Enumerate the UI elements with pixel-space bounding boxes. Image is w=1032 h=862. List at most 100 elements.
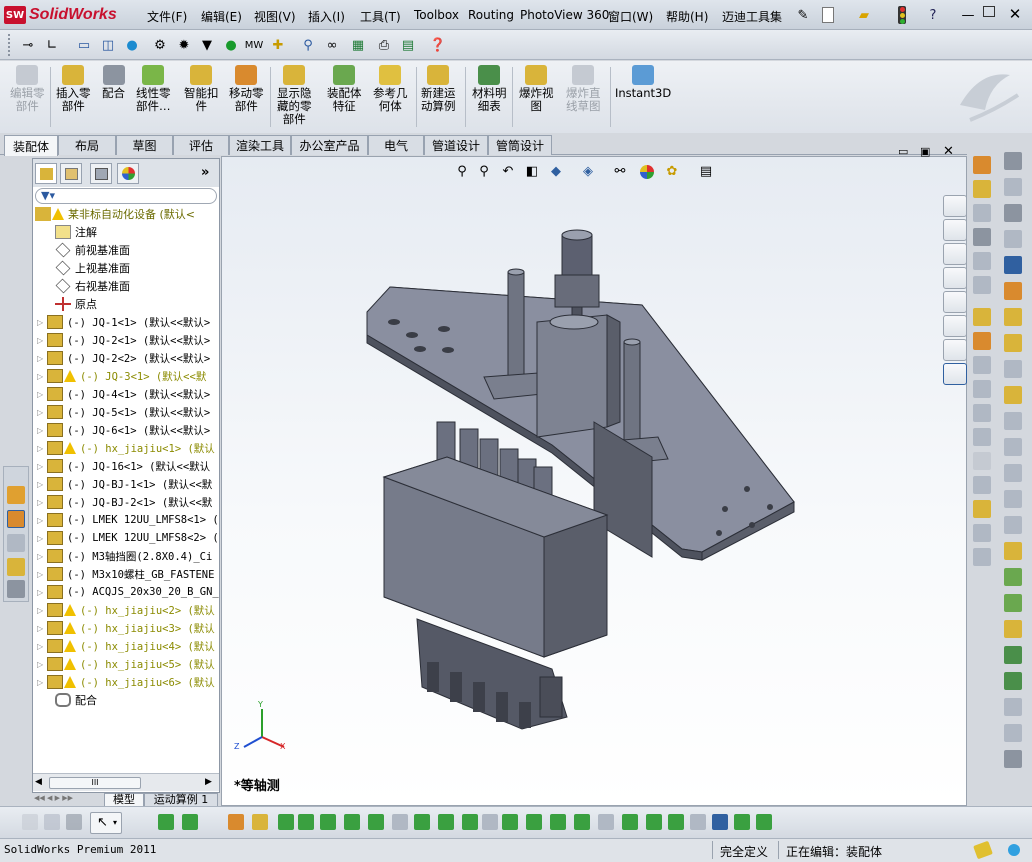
open-folder-icon[interactable]: ▰ — [856, 7, 872, 23]
tree-item-part[interactable]: ▷ (-) JQ-BJ-2<1> (默认<<默 — [33, 493, 219, 511]
design-library-icon[interactable] — [943, 219, 967, 241]
tree-expand-icon[interactable]: ▷ — [37, 570, 45, 579]
tree-item-part[interactable]: ▷ (-) JQ-2<1> (默认<<默认> — [33, 331, 219, 349]
mate-icon[interactable] — [1004, 568, 1022, 586]
mw-icon[interactable]: MW — [245, 37, 264, 53]
rectangle-icon[interactable] — [973, 204, 991, 222]
tab-office-products[interactable]: 办公室产品 — [291, 135, 368, 155]
horizontal-scrollbar[interactable]: ◀ III ▶ — [33, 773, 219, 791]
menu-toolbox[interactable]: Toolbox — [414, 8, 459, 22]
tree-item-part[interactable]: ▷ (-) LMEK 12UU_LMFS8<1> ( — [33, 511, 219, 529]
tree-root-assembly[interactable]: 某非标自动化设备 (默认< — [33, 205, 219, 223]
select-axes-icon[interactable] — [298, 814, 314, 830]
tree-expand-icon[interactable]: ▷ — [37, 354, 45, 363]
cmd-instant3d[interactable]: Instant3D — [615, 65, 671, 100]
tree-item-part[interactable]: ▷ (-) hx_jiajiu<1> (默认 — [33, 439, 219, 457]
tree-item-mates[interactable]: 配合 — [33, 691, 219, 709]
graphics-viewport[interactable]: ▭ ▣ ✕ ⚲ ⚲ ↶ ◧ ◆ ◈ ⚯ ✿ ▤ Y X Z *等轴测 — [221, 144, 967, 806]
smart-dimension-icon[interactable] — [973, 156, 991, 174]
shell-icon[interactable] — [1004, 230, 1022, 248]
print-icon[interactable]: ⎙ — [376, 37, 392, 53]
monitor-icon[interactable]: ▭ — [76, 37, 92, 53]
linear-pattern-icon[interactable] — [973, 428, 991, 446]
gears-icon[interactable]: ✹ — [176, 37, 192, 53]
toolbar-grip[interactable] — [8, 34, 12, 56]
select-sketch-icon[interactable] — [344, 814, 360, 830]
tree-item-part[interactable]: ▷ (-) JQ-5<1> (默认<<默认> — [33, 403, 219, 421]
tab-electrical[interactable]: 电气 — [368, 135, 424, 155]
select-weld-icon[interactable] — [502, 814, 518, 830]
appearances-icon[interactable] — [943, 291, 967, 313]
binoculars-icon[interactable]: ∞ — [324, 37, 340, 53]
cmd-reference-geometry[interactable]: 参考几 何体 — [373, 65, 408, 113]
tree-expand-icon[interactable]: ▷ — [37, 426, 45, 435]
select-gtol-icon[interactable] — [462, 814, 478, 830]
select-center-icon[interactable] — [622, 814, 638, 830]
line-icon[interactable] — [973, 180, 991, 198]
extrude-icon[interactable] — [1004, 360, 1022, 378]
select-datum-icon[interactable] — [482, 814, 498, 830]
cmd-show-hidden-components[interactable]: 显示隐 藏的零 部件 — [277, 65, 312, 126]
tree-expand-icon[interactable]: ▷ — [37, 516, 45, 525]
magnifier-icon[interactable]: ⚲ — [300, 37, 316, 53]
expand-chevron-icon[interactable]: » — [201, 165, 209, 180]
menu-photoview[interactable]: PhotoView 360 — [520, 8, 609, 22]
select-notes-icon[interactable] — [414, 814, 430, 830]
route-tool-icon[interactable] — [7, 510, 25, 528]
sketch-tool-icon[interactable] — [7, 486, 25, 504]
offset-icon[interactable] — [973, 332, 991, 350]
tab-tubing[interactable]: 管筒设计 — [488, 135, 552, 155]
spline-icon[interactable] — [973, 276, 991, 294]
tree-item-part[interactable]: ▷ (-) ACQJS_20x30_20_B_GN_ — [33, 583, 219, 601]
location-pin-icon[interactable]: ● — [223, 37, 239, 53]
scroll-left-icon[interactable]: ◀ — [35, 777, 42, 787]
cmd-exploded-view[interactable]: 爆炸视 图 — [519, 65, 554, 113]
menu-insert[interactable]: 插入(I) — [308, 8, 345, 25]
angle-icon[interactable]: ∟ — [44, 37, 60, 53]
select-table-icon[interactable] — [668, 814, 684, 830]
spline-tool-icon[interactable] — [7, 534, 25, 552]
select-block-icon[interactable] — [690, 814, 706, 830]
select-surface-icon[interactable] — [526, 814, 542, 830]
tree-expand-icon[interactable]: ▷ — [37, 498, 45, 507]
tree-expand-icon[interactable]: ▷ — [37, 552, 45, 561]
construction-icon[interactable] — [973, 452, 991, 470]
menu-edit[interactable]: 编辑(E) — [201, 8, 242, 25]
configurationmanager-tab-icon[interactable] — [90, 163, 112, 184]
rebuild-traffic-light-icon[interactable] — [898, 6, 906, 24]
settings-tool-icon[interactable] — [7, 580, 25, 598]
cmd-new-motion-study[interactable]: 新建运 动算例 — [421, 65, 456, 113]
curve-icon[interactable] — [1004, 516, 1022, 534]
network-icon[interactable]: ◫ — [100, 37, 116, 53]
excel-icon[interactable]: ▦ — [350, 37, 366, 53]
tree-expand-icon[interactable]: ▷ — [37, 462, 45, 471]
tab-nav-arrows-icon[interactable]: ◀◀ ◀ ▶ ▶▶ — [34, 794, 98, 806]
propertymanager-tab-icon[interactable] — [60, 163, 82, 184]
tree-item-part[interactable]: ▷ (-) JQ-2<2> (默认<<默认> — [33, 349, 219, 367]
tree-item-part[interactable]: ▷ (-) JQ-4<1> (默认<<默认> — [33, 385, 219, 403]
document-recovery-icon[interactable] — [943, 339, 967, 361]
tree-item-part[interactable]: ▷ (-) JQ-1<1> (默认<<默认> — [33, 313, 219, 331]
filter-faces-icon[interactable] — [22, 814, 38, 830]
rapid-sketch-icon[interactable] — [973, 500, 991, 518]
centerline-icon[interactable] — [973, 476, 991, 494]
tree-expand-icon[interactable]: ▷ — [37, 642, 45, 651]
help-book-icon[interactable]: ❓ — [430, 37, 446, 53]
cmd-insert-component[interactable]: 插入零 部件 — [56, 65, 91, 113]
tree-expand-icon[interactable]: ▷ — [37, 372, 45, 381]
help-question-icon[interactable]: ? — [925, 7, 941, 23]
tab-motion-study[interactable]: 运动算例 1 — [144, 793, 218, 807]
tree-item-plane[interactable]: 前视基准面 — [33, 241, 219, 259]
arc-icon[interactable] — [973, 252, 991, 270]
move-entities-icon[interactable] — [973, 404, 991, 422]
tree-item-annotation[interactable]: 注解 — [33, 223, 219, 241]
export-icon[interactable]: ▤ — [400, 37, 416, 53]
cmd-mate[interactable]: 配合 — [102, 65, 125, 100]
view-icon[interactable] — [1004, 698, 1022, 716]
tab-render-tools[interactable]: 渲染工具 — [229, 135, 291, 155]
scroll-right-icon[interactable]: ▶ — [205, 777, 212, 787]
tab-piping[interactable]: 管道设计 — [424, 135, 488, 155]
select-pointer-button[interactable]: ↖ ▾ — [90, 812, 122, 834]
menu-window[interactable]: 窗口(W) — [608, 8, 653, 25]
cut-icon[interactable] — [1004, 490, 1022, 508]
